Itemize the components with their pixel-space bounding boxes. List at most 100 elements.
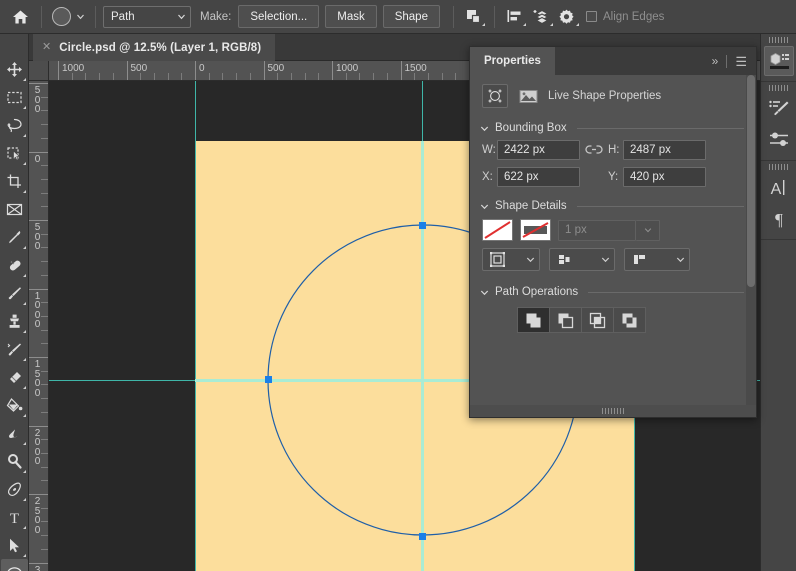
path-alignment-icon[interactable] <box>502 5 528 29</box>
close-icon[interactable]: ✕ <box>42 42 51 53</box>
separator-3 <box>452 5 454 28</box>
stroke-width-dropdown[interactable] <box>636 219 660 241</box>
ruler-tick-minor <box>373 73 375 80</box>
intersect-shape-areas-button[interactable] <box>581 307 614 333</box>
frame-tool[interactable] <box>1 195 28 223</box>
ruler-label: 1000 <box>62 63 85 74</box>
fill-swatch[interactable] <box>482 219 513 241</box>
separator-2 <box>95 5 96 28</box>
properties-panel-scrollbar[interactable] <box>746 75 756 405</box>
x-field[interactable]: 622 px <box>497 166 580 187</box>
subtract-front-shape-button[interactable] <box>549 307 582 333</box>
dodge-tool[interactable] <box>1 447 28 475</box>
stroke-swatch[interactable] <box>520 219 551 241</box>
geometry-settings-icon[interactable] <box>554 5 580 29</box>
brush-tool[interactable] <box>1 279 28 307</box>
ruler-label: 500 <box>267 63 285 74</box>
brush-settings-icon[interactable] <box>764 94 794 124</box>
scrollbar-thumb[interactable] <box>747 75 755 287</box>
ruler-tick-minor <box>112 73 114 80</box>
stroke-width-field[interactable]: 1 px <box>558 219 636 241</box>
live-shape-icon[interactable] <box>482 84 508 108</box>
exclude-overlapping-shapes-button[interactable] <box>613 307 646 333</box>
dock-grip-icon[interactable] <box>761 34 796 45</box>
bounding-box-section-header[interactable]: Bounding Box <box>470 118 756 136</box>
vertical-ruler[interactable]: 500050010001500200025003000 <box>29 81 49 571</box>
make-mask-button[interactable]: Mask <box>325 5 377 28</box>
ruler-label: 0 <box>34 153 41 165</box>
double-chevron-right-icon[interactable]: » <box>712 55 719 67</box>
spot-healing-brush-tool[interactable] <box>1 251 28 279</box>
crop-tool[interactable] <box>1 167 28 195</box>
ruler-tick-minor <box>41 233 48 235</box>
document-tab[interactable]: ✕ Circle.psd @ 12.5% (Layer 1, RGB/8) <box>33 34 276 61</box>
path-anchor-top[interactable] <box>419 222 426 229</box>
align-edges-label: Align Edges <box>602 10 665 23</box>
dock-grip-icon[interactable] <box>761 161 796 172</box>
properties-panel-icon[interactable] <box>763 46 794 76</box>
make-selection-button[interactable]: Selection... <box>238 5 320 28</box>
ellipse-tool-preview[interactable] <box>49 5 88 28</box>
history-brush-tool[interactable] <box>1 335 28 363</box>
width-field[interactable]: 2422 px <box>497 139 580 160</box>
chevron-down-icon <box>480 126 489 131</box>
ruler-tick-minor <box>222 73 224 80</box>
gradient-tool[interactable] <box>1 391 28 419</box>
align-edges-checkbox[interactable]: Align Edges <box>585 10 665 23</box>
y-field[interactable]: 420 px <box>623 166 706 187</box>
ruler-tick-minor <box>41 439 48 441</box>
svg-text:T: T <box>9 511 18 526</box>
ruler-label: 0 <box>199 63 205 74</box>
dock-grip-icon[interactable] <box>761 82 796 93</box>
panel-menu-icon[interactable]: ☰ <box>735 55 747 68</box>
home-icon[interactable] <box>6 4 34 30</box>
type-tool[interactable]: T <box>1 503 28 531</box>
clone-stamp-tool[interactable] <box>1 307 28 335</box>
stroke-corner-dropdown[interactable] <box>624 248 690 271</box>
paragraph-panel-icon[interactable]: ¶ <box>764 204 794 234</box>
ruler-tick-minor <box>427 73 429 80</box>
stroke-cap-dropdown[interactable] <box>549 248 615 271</box>
tools-panel: T <box>0 34 29 571</box>
object-selection-tool[interactable] <box>1 139 28 167</box>
panel-resize-grip[interactable] <box>470 405 756 417</box>
path-operations-icon[interactable] <box>461 5 487 29</box>
adjustments-icon[interactable] <box>764 125 794 155</box>
ruler-tick-minor <box>41 165 48 167</box>
tab-properties[interactable]: Properties <box>470 47 555 75</box>
section-rule <box>576 205 744 207</box>
link-chain-icon[interactable] <box>580 144 608 155</box>
combine-shapes-icon <box>526 313 541 327</box>
ruler-label: 1000 <box>34 290 41 330</box>
combine-shapes-button[interactable] <box>517 307 550 333</box>
eraser-tool[interactable] <box>1 363 28 391</box>
path-anchor-bottom[interactable] <box>419 533 426 540</box>
ruler-tick-minor <box>277 73 279 80</box>
path-anchor-left[interactable] <box>265 376 272 383</box>
ruler-tick-major <box>195 61 196 80</box>
ellipse-tool[interactable] <box>0 559 28 571</box>
pen-tool[interactable] <box>1 475 28 503</box>
move-tool[interactable] <box>1 55 28 83</box>
rectangular-marquee-tool[interactable] <box>1 83 28 111</box>
path-operations-section-header[interactable]: Path Operations <box>470 282 756 300</box>
ruler-tick-minor <box>153 73 155 80</box>
ruler-tick-minor <box>41 535 48 537</box>
y-label: Y: <box>608 170 619 183</box>
path-selection-tool[interactable] <box>1 531 28 559</box>
ruler-tick-minor <box>41 137 48 139</box>
make-shape-button[interactable]: Shape <box>382 5 440 28</box>
stroke-options-dropdown[interactable] <box>482 248 540 271</box>
exclude-shape-icon <box>622 313 637 327</box>
eyedropper-tool[interactable] <box>1 223 28 251</box>
blur-tool[interactable] <box>1 419 28 447</box>
lasso-tool[interactable] <box>1 111 28 139</box>
ruler-tick-minor <box>41 124 48 126</box>
tool-mode-select[interactable]: Path <box>103 5 191 28</box>
height-field[interactable]: 2487 px <box>623 139 706 160</box>
shape-details-section-header[interactable]: Shape Details <box>470 196 756 214</box>
character-panel-icon[interactable]: A <box>764 173 794 203</box>
ruler-tick-minor <box>99 73 101 80</box>
section-rule <box>576 127 744 129</box>
path-arrangement-icon[interactable] <box>528 5 554 29</box>
